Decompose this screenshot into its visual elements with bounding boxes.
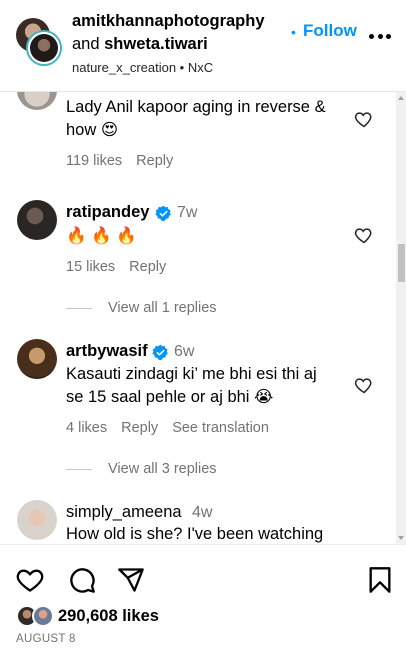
heart-icon[interactable] — [354, 225, 374, 245]
post-header: amitkhannaphotography and shweta.tiwari … — [0, 0, 406, 92]
comment-text: Lady Anil kapoor aging in reverse & how … — [66, 96, 326, 142]
bookmark-icon[interactable] — [366, 566, 394, 594]
follow-button[interactable]: Follow — [303, 21, 357, 41]
comment-text-line: se 15 saal pehle or aj bhi 😭 — [66, 388, 274, 406]
verified-icon — [152, 344, 168, 361]
scroll-down-arrow-icon[interactable] — [398, 536, 404, 540]
comment-time: 7w — [177, 204, 198, 221]
view-replies-label[interactable]: View all 3 replies — [108, 461, 217, 477]
comment-likes[interactable]: 4 likes — [66, 420, 107, 436]
audio-subtitle[interactable]: nature_x_creation • NxC — [72, 60, 213, 75]
and-text: and — [72, 35, 100, 53]
reply-button[interactable]: Reply — [121, 420, 158, 436]
reply-button[interactable]: Reply — [136, 153, 173, 169]
likes-row[interactable]: 290,608 likes — [16, 605, 159, 627]
post-actions: 290,608 likes AUGUST 8 — [0, 544, 406, 648]
see-translation-button[interactable]: See translation — [172, 420, 269, 436]
verified-icon — [155, 205, 171, 222]
follow-dot: • — [291, 24, 296, 40]
author-line-2: and shweta.tiwari — [72, 35, 208, 54]
more-options-icon[interactable] — [369, 34, 391, 40]
comment-likes[interactable]: 119 likes — [66, 153, 122, 169]
view-replies-button[interactable]: View all 1 replies — [66, 300, 217, 316]
post-date[interactable]: AUGUST 8 — [16, 633, 76, 645]
view-replies-label[interactable]: View all 1 replies — [108, 300, 217, 316]
commenter-avatar[interactable] — [17, 92, 57, 110]
comment-meta: 119 likes Reply — [66, 153, 187, 169]
comment-time: 4w — [192, 504, 213, 521]
reply-button[interactable]: Reply — [129, 259, 166, 275]
commenter-avatar[interactable] — [17, 339, 57, 379]
comment-meta: 4 likes Reply See translation — [66, 420, 283, 436]
avatar-shweta-tiwari[interactable] — [26, 30, 62, 66]
commenter-avatar[interactable] — [17, 200, 57, 240]
comment-text-line: Kasauti zindagi ki’ me bhi esi thi aj — [66, 365, 317, 383]
collab-avatars[interactable] — [16, 18, 62, 66]
commenter-avatar[interactable] — [17, 500, 57, 540]
scrollbar-thumb[interactable] — [398, 244, 405, 282]
replies-divider — [66, 307, 92, 309]
scroll-up-arrow-icon[interactable] — [398, 96, 404, 100]
comment-text: 🔥 🔥 🔥 — [66, 227, 137, 245]
heart-icon[interactable] — [354, 109, 374, 129]
share-icon[interactable] — [117, 566, 145, 594]
replies-divider — [66, 468, 92, 470]
comment-text: How old is she? I've been watching — [66, 525, 324, 543]
commenter-username[interactable]: simply_ameena — [66, 503, 182, 522]
comment-icon[interactable] — [68, 566, 96, 594]
comment-text: Kasauti zindagi ki’ me bhi esi thi aj se… — [66, 363, 317, 409]
commenter-username[interactable]: artbywasif — [66, 342, 148, 361]
comment-text-line: Lady Anil kapoor aging in reverse & — [66, 98, 326, 116]
comments-scrollbar[interactable] — [396, 92, 406, 544]
comment-text-line: how 😍 — [66, 121, 119, 139]
comment-likes[interactable]: 15 likes — [66, 259, 115, 275]
liker-avatar — [32, 605, 54, 627]
like-heart-icon[interactable] — [16, 566, 44, 594]
comment-meta: 15 likes Reply — [66, 259, 180, 275]
author-username-2[interactable]: shweta.tiwari — [104, 35, 208, 53]
comment-time: 6w — [174, 343, 195, 360]
comments-list[interactable]: Lady Anil kapoor aging in reverse & how … — [0, 92, 406, 544]
view-replies-button[interactable]: View all 3 replies — [66, 461, 217, 477]
commenter-username[interactable]: ratipandey — [66, 203, 149, 222]
author-username-1[interactable]: amitkhannaphotography — [72, 12, 265, 31]
likes-count[interactable]: 290,608 likes — [58, 607, 159, 626]
heart-icon[interactable] — [354, 375, 374, 395]
